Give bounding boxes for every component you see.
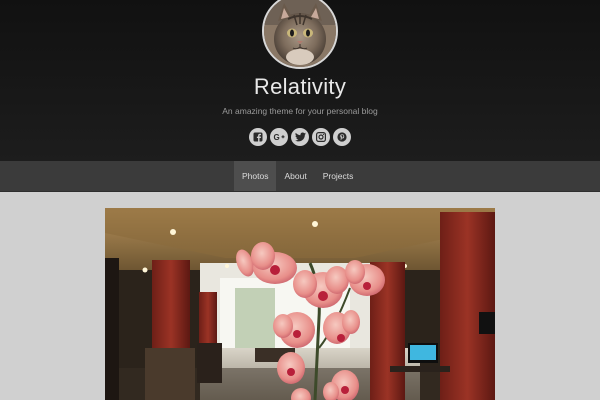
instagram-icon	[316, 132, 326, 142]
social-links: G	[249, 128, 351, 146]
nav-item-photos[interactable]: Photos	[234, 161, 277, 191]
main-navigation: Photos About Projects	[0, 161, 600, 192]
facebook-icon	[253, 132, 263, 142]
nav-item-about[interactable]: About	[276, 161, 314, 191]
avatar[interactable]	[262, 0, 338, 69]
svg-text:G: G	[274, 133, 280, 142]
site-header: Relativity An amazing theme for your per…	[0, 0, 600, 162]
site-tagline: An amazing theme for your personal blog	[222, 106, 378, 116]
instagram-button[interactable]	[312, 128, 330, 146]
featured-photo[interactable]	[105, 208, 495, 400]
google-plus-button[interactable]: G	[270, 128, 288, 146]
google-plus-icon: G	[274, 133, 285, 142]
twitter-button[interactable]	[291, 128, 309, 146]
content-area	[0, 192, 600, 400]
twitter-icon	[294, 132, 306, 142]
site-title[interactable]: Relativity	[0, 74, 600, 100]
pinterest-button[interactable]	[333, 128, 351, 146]
nav-item-projects[interactable]: Projects	[315, 161, 362, 191]
pinterest-icon	[337, 132, 347, 142]
facebook-button[interactable]	[249, 128, 267, 146]
